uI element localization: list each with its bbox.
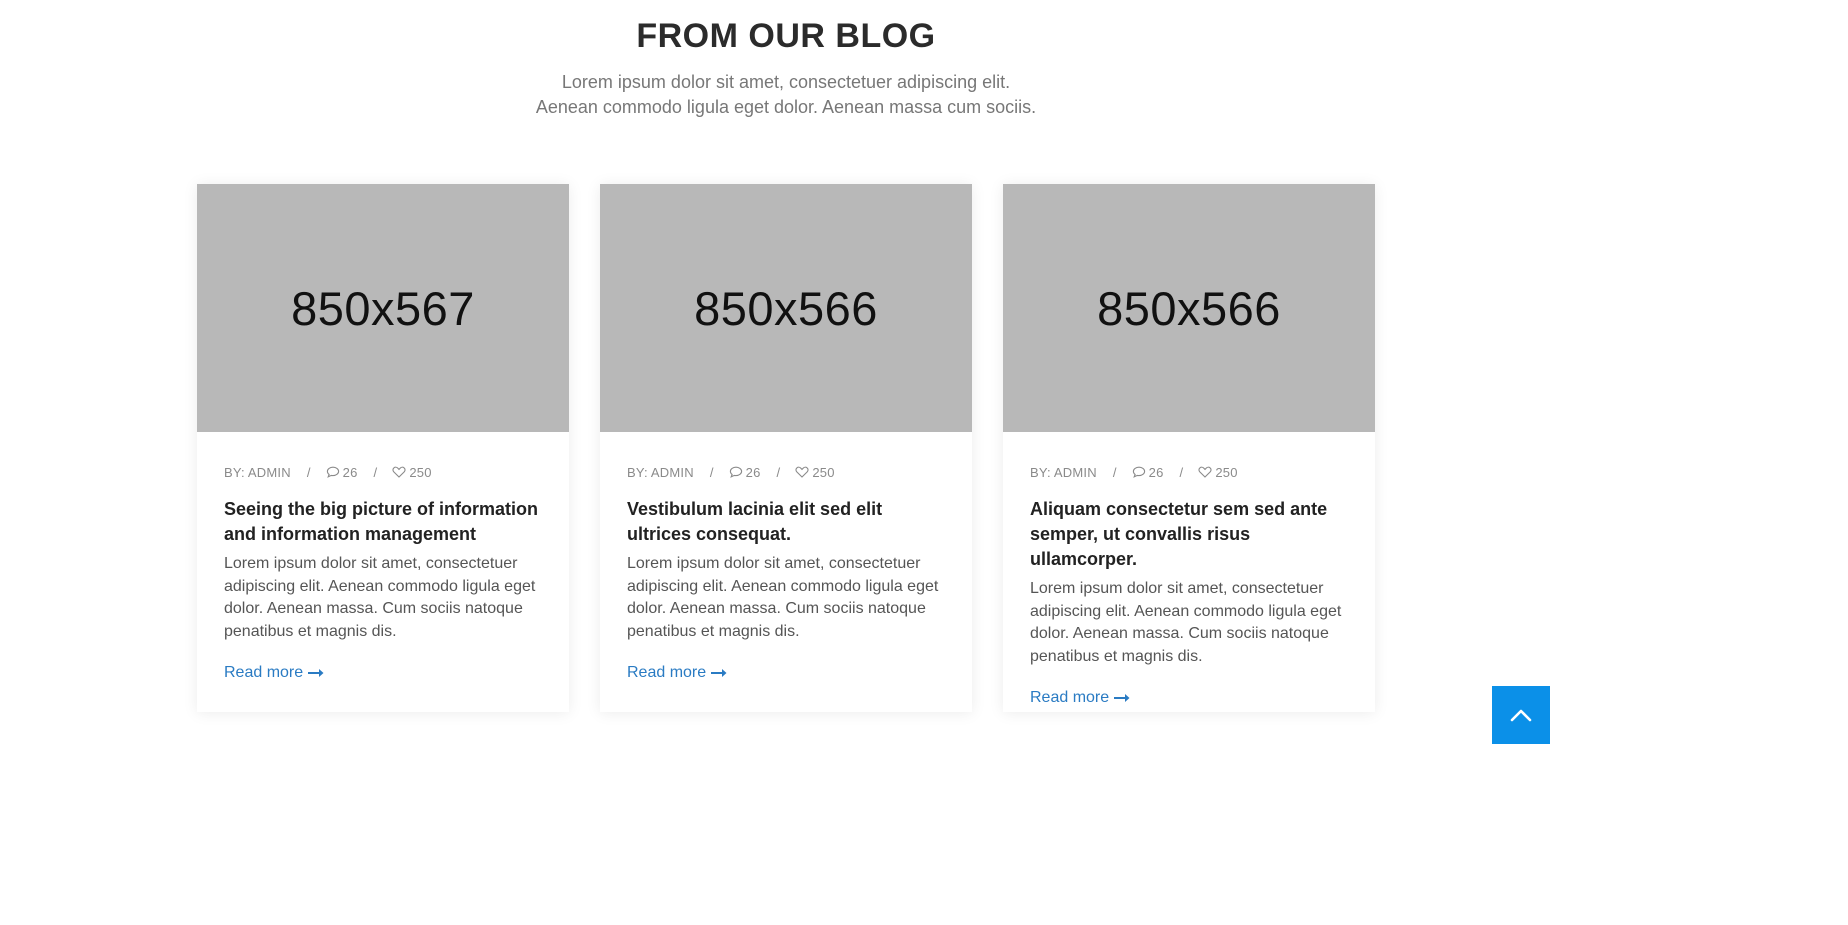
back-to-top-button[interactable]	[1492, 686, 1550, 744]
blog-cards: 850x567 BY: ADMIN / 26 / 250 Seeing the …	[197, 184, 1375, 712]
comment-icon	[1132, 466, 1145, 478]
post-excerpt: Lorem ipsum dolor sit amet, consectetuer…	[1030, 580, 1342, 665]
blog-card: 850x567 BY: ADMIN / 26 / 250 Seeing the …	[197, 184, 569, 712]
heart-icon	[795, 466, 809, 478]
post-excerpt: Lorem ipsum dolor sit amet, consectetuer…	[224, 555, 536, 640]
blog-card: 850x566 BY: ADMIN / 26 / 250 Aliquam con…	[1003, 184, 1375, 712]
meta-separator: /	[776, 464, 781, 480]
post-author[interactable]: BY: ADMIN	[627, 465, 694, 480]
post-image[interactable]: 850x567	[197, 184, 569, 432]
arrow-right-icon	[711, 669, 727, 677]
read-more-link[interactable]: Read more	[224, 664, 324, 682]
meta-separator: /	[1112, 464, 1117, 480]
read-more-link[interactable]: Read more	[1030, 689, 1130, 707]
comment-icon	[729, 466, 742, 478]
section-title: FROM OUR BLOG	[636, 17, 936, 55]
heart-icon	[1198, 466, 1212, 478]
heart-icon	[392, 466, 406, 478]
image-placeholder-label: 850x567	[291, 281, 475, 335]
post-title[interactable]: Aliquam consectetur sem sed ante semper,…	[1030, 497, 1348, 572]
post-title[interactable]: Vestibulum lacinia elit sed elit ultrice…	[627, 497, 945, 547]
like-count[interactable]: 250	[1198, 465, 1237, 480]
comment-count-value: 26	[1148, 464, 1164, 480]
meta-separator: /	[709, 464, 714, 480]
image-placeholder-label: 850x566	[1097, 281, 1281, 335]
like-count-value: 250	[409, 464, 432, 480]
post-meta: BY: ADMIN / 26 / 250	[1030, 464, 1348, 480]
like-count[interactable]: 250	[795, 465, 834, 480]
post-title[interactable]: Seeing the big picture of information an…	[224, 497, 542, 547]
post-author[interactable]: BY: ADMIN	[1030, 465, 1097, 480]
comment-icon	[326, 466, 339, 478]
post-meta: BY: ADMIN / 26 / 250	[224, 464, 542, 480]
chevron-up-icon	[1510, 709, 1532, 722]
image-placeholder-label: 850x566	[694, 281, 878, 335]
comment-count-value: 26	[745, 464, 761, 480]
read-more-label: Read more	[1030, 689, 1110, 706]
post-meta: BY: ADMIN / 26 / 250	[627, 464, 945, 480]
post-author[interactable]: BY: ADMIN	[224, 465, 291, 480]
meta-separator: /	[373, 464, 378, 480]
blog-card: 850x566 BY: ADMIN / 26 / 250 Vestibulum …	[600, 184, 972, 712]
post-image[interactable]: 850x566	[600, 184, 972, 432]
post-excerpt: Lorem ipsum dolor sit amet, consectetuer…	[627, 555, 939, 640]
card-body: BY: ADMIN / 26 / 250 Seeing the big pict…	[197, 432, 569, 682]
post-image[interactable]: 850x566	[1003, 184, 1375, 432]
comment-count-value: 26	[342, 464, 358, 480]
section-subtitle: Lorem ipsum dolor sit amet, consectetuer…	[535, 72, 1037, 117]
card-body: BY: ADMIN / 26 / 250 Vestibulum lacinia …	[600, 432, 972, 682]
read-more-label: Read more	[627, 664, 707, 681]
comment-count[interactable]: 26	[729, 465, 761, 480]
meta-separator: /	[306, 464, 311, 480]
arrow-right-icon	[308, 669, 324, 677]
like-count-value: 250	[1215, 464, 1238, 480]
read-more-link[interactable]: Read more	[627, 664, 727, 682]
like-count-value: 250	[812, 464, 835, 480]
read-more-label: Read more	[224, 664, 304, 681]
arrow-right-icon	[1114, 694, 1130, 702]
blog-section: FROM OUR BLOG Lorem ipsum dolor sit amet…	[0, 0, 1848, 925]
comment-count[interactable]: 26	[326, 465, 358, 480]
meta-separator: /	[1179, 464, 1184, 480]
card-body: BY: ADMIN / 26 / 250 Aliquam consectetur…	[1003, 432, 1375, 707]
like-count[interactable]: 250	[392, 465, 431, 480]
comment-count[interactable]: 26	[1132, 465, 1164, 480]
